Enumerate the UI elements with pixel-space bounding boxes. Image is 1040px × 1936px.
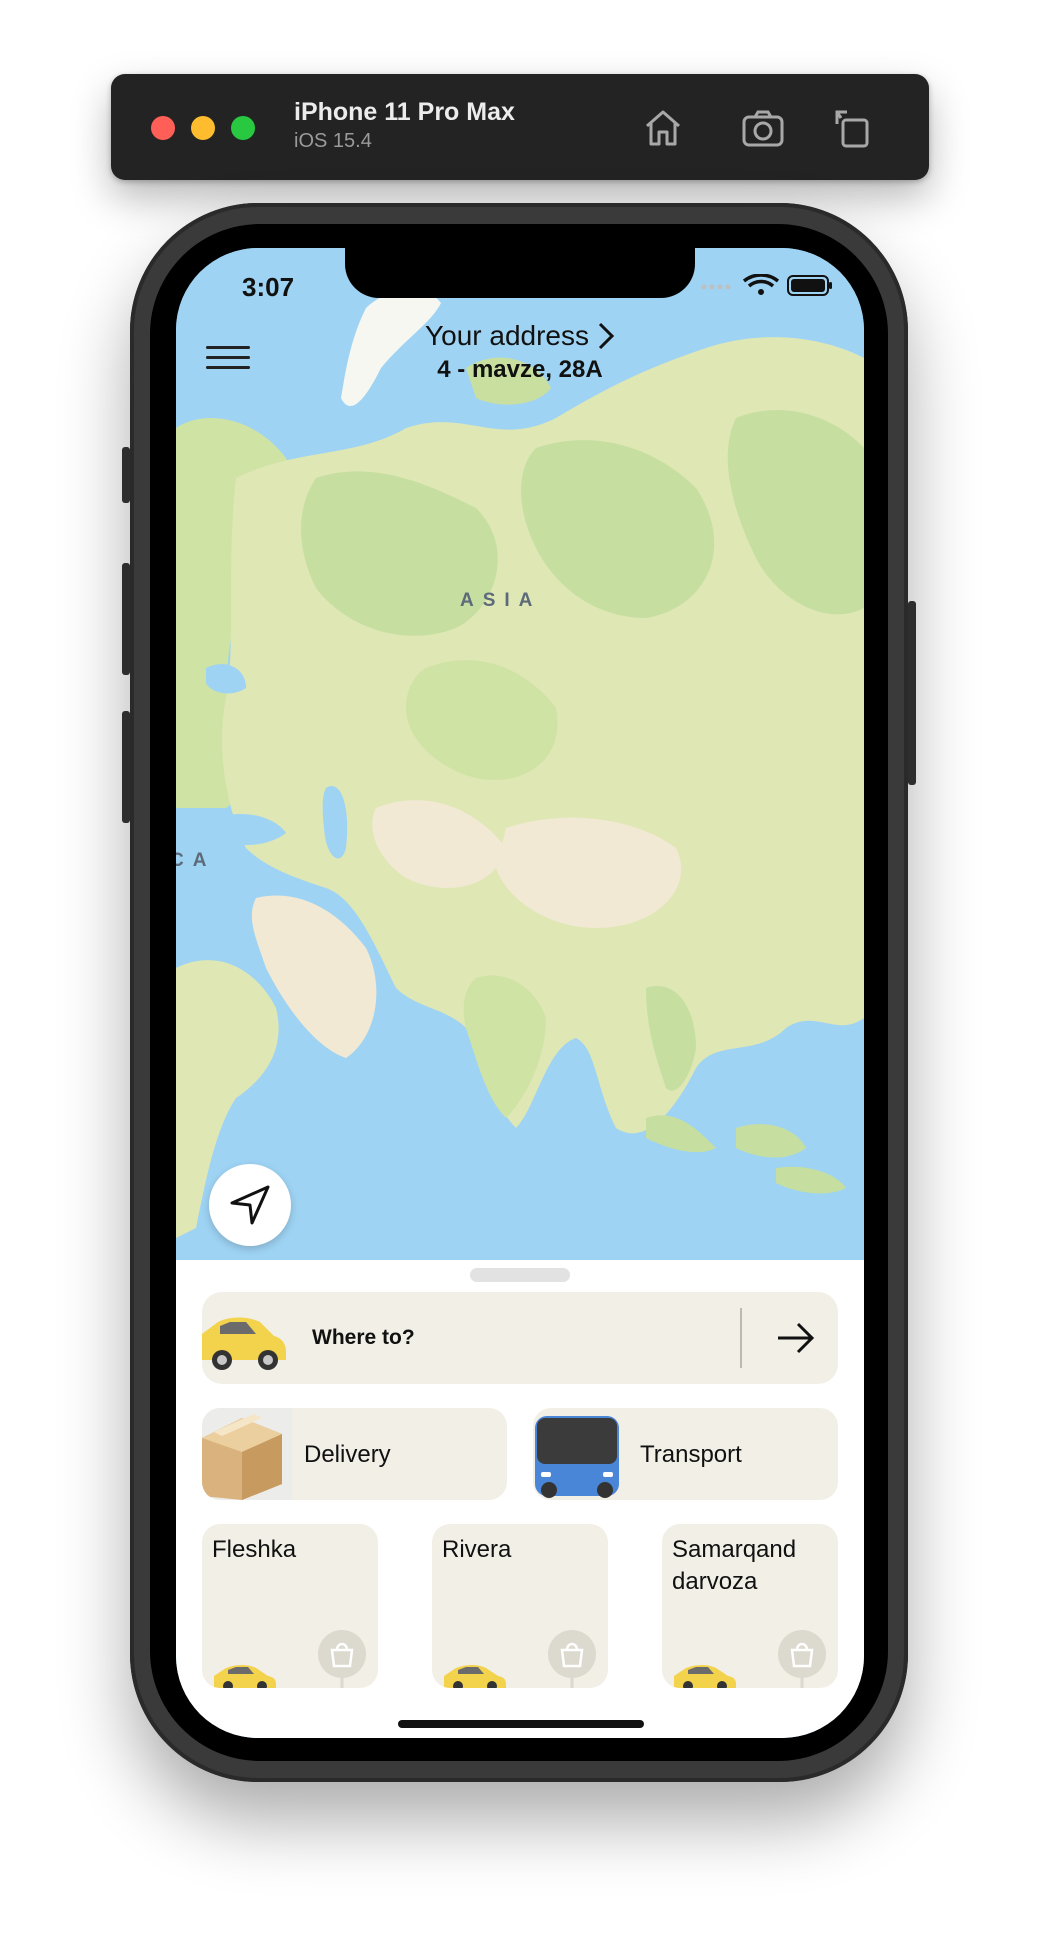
map-label-africa-fragment: CA (176, 850, 216, 871)
notch (345, 248, 695, 298)
where-to-label: Where to? (312, 1326, 415, 1349)
address-label: Your address (425, 320, 589, 351)
home-indicator[interactable] (398, 1720, 644, 1728)
simulator-os-version: iOS 15.4 (294, 130, 372, 152)
battery-icon (787, 275, 832, 296)
volume-up-button (122, 563, 130, 675)
where-to-divider (740, 1308, 742, 1368)
place-name: Fleshka (212, 1536, 297, 1563)
minimize-window-button[interactable] (191, 116, 215, 140)
place-card-fleshka[interactable]: Fleshka (202, 1524, 378, 1688)
bus-icon (535, 1416, 619, 1498)
taxi-car-icon (674, 1665, 736, 1688)
rotate-icon[interactable] (829, 104, 877, 152)
power-button (908, 601, 916, 785)
volume-down-button (122, 711, 130, 823)
arrow-right-icon[interactable] (776, 1320, 816, 1356)
screenshot-icon[interactable] (739, 104, 787, 152)
phone-screen: ASIA CA 3:07 Your address 4 - mavze, 28A… (176, 248, 864, 1738)
chevron-right-icon (598, 322, 615, 350)
location-arrow-icon (230, 1185, 270, 1225)
address-value: 4 - mavze, 28A (437, 356, 603, 383)
address-header[interactable]: Your address 4 - mavze, 28A (176, 320, 864, 384)
home-icon[interactable] (639, 104, 687, 152)
close-window-button[interactable] (151, 116, 175, 140)
transport-label: Transport (640, 1441, 742, 1468)
place-card-samarqand-darvoza[interactable]: Samarqand darvoza (662, 1524, 838, 1688)
shopping-bag-pin-icon (318, 1630, 366, 1688)
bottom-sheet: Where to? Delivery Transport Fleshka Riv… (176, 1260, 864, 1738)
taxi-car-icon (202, 1317, 286, 1370)
place-name: Samarqand darvoza (672, 1536, 797, 1595)
shopping-bag-pin-icon (548, 1630, 596, 1688)
status-time: 3:07 (242, 272, 295, 302)
sheet-grabber[interactable] (470, 1268, 570, 1282)
transport-service-card[interactable]: Transport (533, 1408, 838, 1500)
mute-switch (122, 447, 130, 503)
zoom-window-button[interactable] (231, 116, 255, 140)
map-label-asia: ASIA (460, 590, 542, 611)
my-location-button[interactable] (209, 1164, 291, 1246)
delivery-label: Delivery (304, 1441, 391, 1468)
simulator-title-bar: iPhone 11 Pro Max iOS 15.4 (111, 74, 929, 180)
place-name: Rivera (442, 1536, 512, 1563)
signal-icon (701, 284, 731, 290)
taxi-car-icon (214, 1665, 276, 1688)
shopping-bag-pin-icon (778, 1630, 826, 1688)
taxi-car-icon (444, 1665, 506, 1688)
package-box-icon (202, 1408, 292, 1500)
simulator-device-name: iPhone 11 Pro Max (294, 98, 515, 126)
where-to-bar[interactable]: Where to? (202, 1292, 838, 1384)
status-icons (701, 274, 832, 296)
place-card-rivera[interactable]: Rivera (432, 1524, 608, 1688)
wifi-icon (742, 274, 780, 295)
map-view[interactable] (176, 248, 864, 1262)
address-label-row[interactable]: Your address (425, 320, 615, 352)
delivery-service-card[interactable]: Delivery (202, 1408, 507, 1500)
